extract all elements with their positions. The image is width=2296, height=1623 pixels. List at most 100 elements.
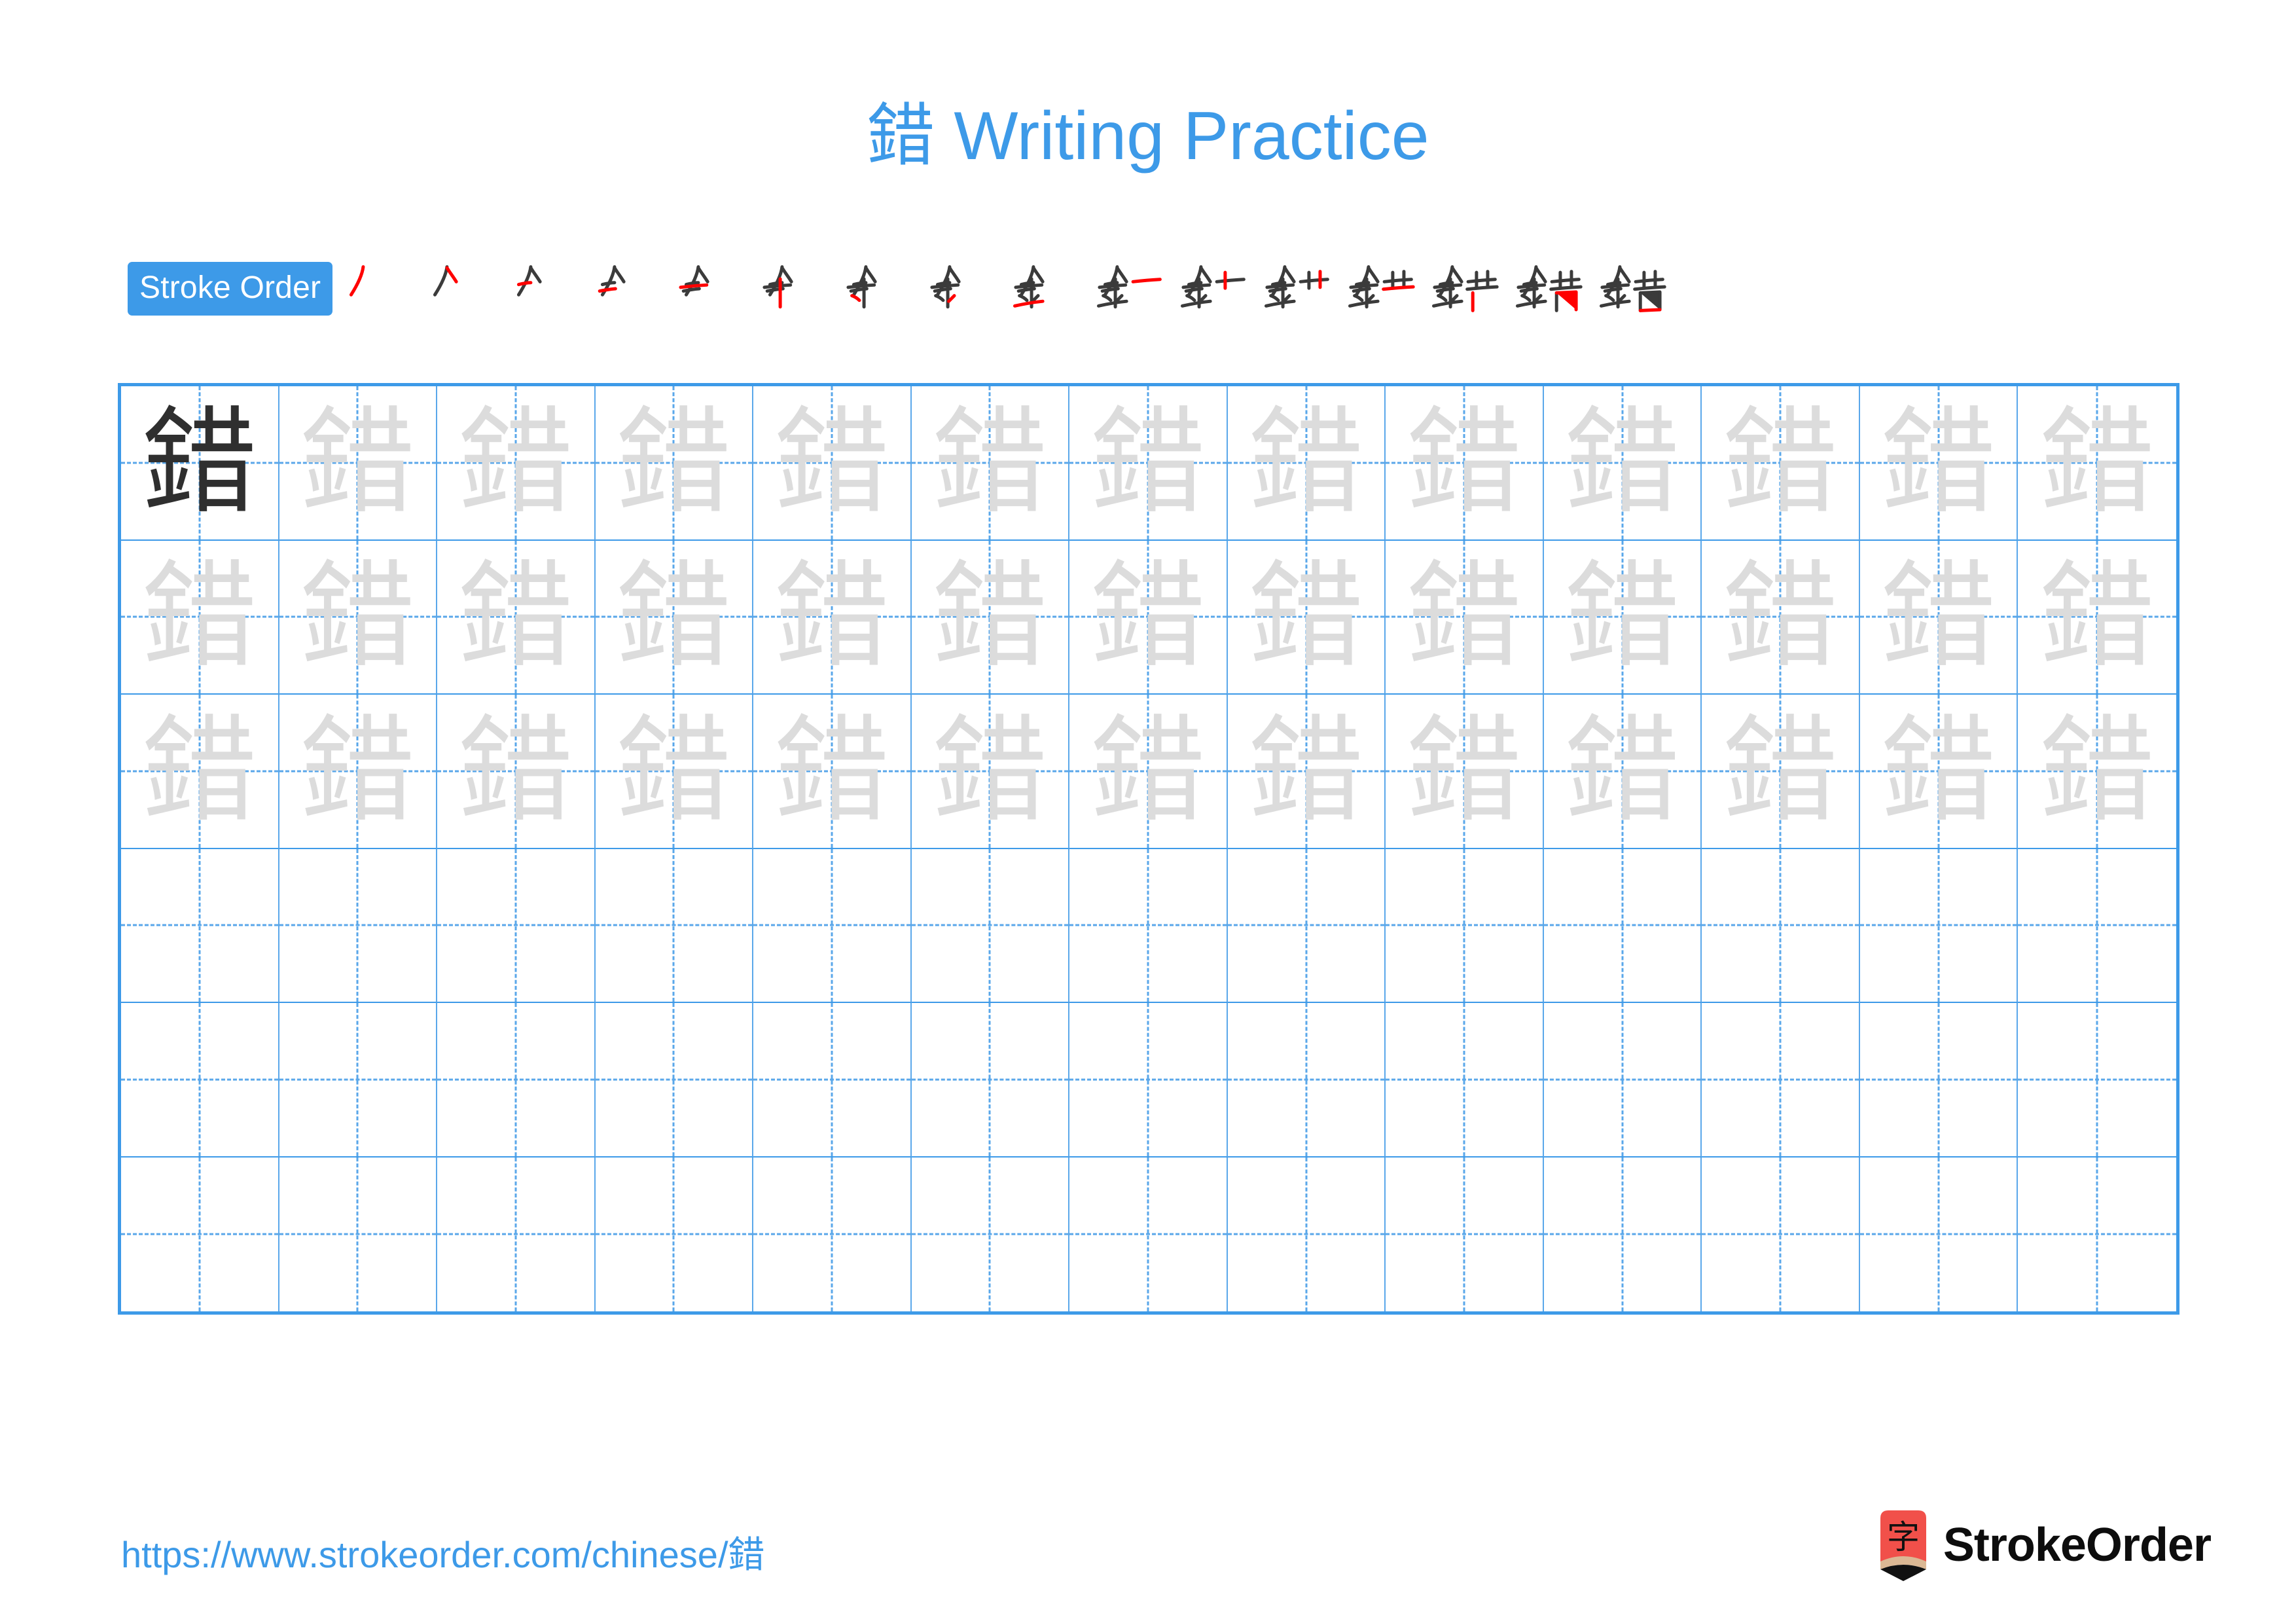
- stroke-step-13: [1338, 247, 1422, 330]
- practice-cell-r3-c5[interactable]: 錯: [753, 695, 912, 849]
- practice-cell-r1-c13[interactable]: 錯: [2018, 386, 2176, 541]
- practice-cell-r4-c11[interactable]: [1702, 848, 1860, 1003]
- practice-cell-r6-c5[interactable]: [753, 1157, 912, 1312]
- footer-logo[interactable]: 字 StrokeOrder: [1878, 1506, 2212, 1584]
- practice-cell-r1-c11[interactable]: 錯: [1702, 386, 1860, 541]
- empty-cell: [121, 1003, 278, 1156]
- practice-cell-r6-c7[interactable]: [1069, 1157, 1228, 1311]
- practice-cell-r6-c3[interactable]: [437, 1157, 596, 1311]
- practice-cell-r1-c6[interactable]: 錯: [911, 386, 1070, 541]
- practice-cell-r6-c10[interactable]: [1544, 1157, 1702, 1311]
- footer-url-link[interactable]: https://www.strokeorder.com/chinese/錯: [121, 1525, 765, 1578]
- stroke-step-6: [751, 247, 835, 330]
- practice-cell-r1-c7[interactable]: 錯: [1069, 386, 1228, 541]
- practice-cell-r1-c8[interactable]: 錯: [1227, 386, 1386, 541]
- practice-cell-r3-c11[interactable]: 錯: [1702, 695, 1860, 849]
- practice-cell-r2-c6[interactable]: 錯: [911, 540, 1070, 695]
- practice-cell-r2-c2[interactable]: 錯: [279, 540, 438, 695]
- stroke-step-diagram: [433, 265, 458, 297]
- practice-cell-r4-c3[interactable]: [437, 848, 596, 1003]
- practice-cell-r1-c2[interactable]: 錯: [279, 386, 438, 541]
- practice-cell-r1-c1[interactable]: 錯: [121, 386, 279, 541]
- practice-cell-r2-c7[interactable]: 錯: [1069, 540, 1228, 695]
- trace-character: 錯: [1880, 549, 1996, 684]
- practice-cell-r2-c11[interactable]: 錯: [1702, 540, 1860, 695]
- practice-cell-r5-c8[interactable]: [1227, 1003, 1386, 1158]
- practice-cell-r4-c6[interactable]: [911, 848, 1070, 1003]
- empty-cell: [596, 1003, 753, 1156]
- practice-cell-r4-c10[interactable]: [1543, 848, 1702, 1003]
- practice-cell-r2-c3[interactable]: 錯: [437, 540, 596, 695]
- practice-cell-r5-c13[interactable]: [2018, 1003, 2176, 1158]
- practice-cell-r4-c8[interactable]: [1227, 848, 1386, 1003]
- practice-cell-r3-c10[interactable]: 錯: [1543, 695, 1702, 849]
- practice-cell-r1-c4[interactable]: 錯: [595, 386, 754, 541]
- practice-cell-r5-c3[interactable]: [437, 1003, 596, 1158]
- practice-cell-r3-c8[interactable]: 錯: [1227, 695, 1386, 849]
- practice-cell-r6-c9[interactable]: [1386, 1157, 1544, 1311]
- stroke-step-diagram: [1097, 265, 1162, 309]
- practice-cell-r4-c13[interactable]: [2018, 849, 2176, 1003]
- practice-cell-r5-c11[interactable]: [1702, 1003, 1860, 1158]
- trace-character: 錯: [300, 703, 416, 838]
- practice-cell-r1-c12[interactable]: 錯: [1859, 386, 2018, 541]
- stroke-step-diagram: [517, 265, 542, 297]
- practice-cell-r3-c2[interactable]: 錯: [279, 695, 438, 849]
- page-title-text: Writing Practice: [935, 98, 1429, 174]
- practice-cell-r5-c10[interactable]: [1543, 1003, 1702, 1158]
- empty-cell: [1860, 849, 2017, 1002]
- practice-cell-r4-c5[interactable]: [753, 848, 912, 1003]
- practice-cell-r6-c6[interactable]: [912, 1157, 1070, 1311]
- practice-cell-r1-c3[interactable]: 錯: [437, 386, 596, 541]
- practice-cell-r3-c1[interactable]: 錯: [121, 695, 279, 849]
- practice-cell-r6-c1[interactable]: [121, 1157, 279, 1311]
- practice-cell-r6-c13[interactable]: [2018, 1158, 2176, 1312]
- practice-cell-r5-c1[interactable]: [121, 1003, 279, 1158]
- practice-cell-r6-c4[interactable]: [596, 1157, 754, 1311]
- practice-cell-r1-c5[interactable]: 錯: [753, 386, 912, 541]
- practice-cell-r5-c2[interactable]: [279, 1003, 438, 1158]
- practice-cell-r5-c5[interactable]: [753, 1003, 912, 1158]
- practice-cell-r3-c6[interactable]: 錯: [911, 695, 1070, 849]
- practice-cell-r6-c11[interactable]: [1702, 1157, 1860, 1311]
- practice-cell-r2-c8[interactable]: 錯: [1227, 540, 1386, 695]
- practice-cell-r2-c1[interactable]: 錯: [121, 540, 279, 695]
- practice-cell-r5-c12[interactable]: [1859, 1003, 2018, 1158]
- practice-cell-r3-c13[interactable]: 錯: [2018, 695, 2176, 849]
- practice-cell-r3-c4[interactable]: 錯: [595, 695, 754, 849]
- practice-cell-r4-c7[interactable]: [1069, 848, 1228, 1003]
- practice-cell-r2-c4[interactable]: 錯: [595, 540, 754, 695]
- practice-cell-r1-c10[interactable]: 錯: [1543, 386, 1702, 541]
- practice-cell-r4-c1[interactable]: [121, 848, 279, 1003]
- practice-cell-r2-c10[interactable]: 錯: [1543, 540, 1702, 695]
- empty-cell: [753, 1158, 910, 1312]
- practice-cell-r4-c12[interactable]: [1859, 848, 2018, 1003]
- practice-cell-r2-c9[interactable]: 錯: [1386, 540, 1544, 695]
- practice-cell-r3-c9[interactable]: 錯: [1386, 695, 1544, 849]
- practice-cell-r4-c2[interactable]: [279, 848, 438, 1003]
- stroke-step-3: [500, 247, 584, 330]
- trace-character: 錯: [1407, 549, 1522, 684]
- practice-cell-r4-c4[interactable]: [595, 848, 754, 1003]
- practice-cell-r5-c9[interactable]: [1386, 1003, 1544, 1158]
- practice-cell-r5-c4[interactable]: [595, 1003, 754, 1158]
- practice-cell-r3-c7[interactable]: 錯: [1069, 695, 1228, 849]
- practice-cell-r6-c2[interactable]: [279, 1157, 438, 1311]
- practice-cell-r6-c8[interactable]: [1228, 1157, 1386, 1311]
- practice-cell-r2-c5[interactable]: 錯: [753, 540, 912, 695]
- empty-cell: [2018, 1158, 2176, 1312]
- practice-cell-r5-c6[interactable]: [911, 1003, 1070, 1158]
- practice-cell-r3-c12[interactable]: 錯: [1859, 695, 2018, 849]
- empty-cell: [279, 1003, 437, 1156]
- practice-cell-r6-c12[interactable]: [1860, 1157, 2018, 1311]
- empty-cell: [437, 849, 594, 1002]
- trace-character: 錯: [457, 395, 573, 530]
- practice-cell-r5-c7[interactable]: [1069, 1003, 1228, 1158]
- practice-cell-r2-c12[interactable]: 錯: [1859, 540, 2018, 695]
- practice-cell-r3-c3[interactable]: 錯: [437, 695, 596, 849]
- practice-cell-r1-c9[interactable]: 錯: [1386, 386, 1544, 541]
- stroke-step-1: [332, 247, 416, 330]
- practice-cell-r4-c9[interactable]: [1386, 848, 1544, 1003]
- practice-cell-r2-c13[interactable]: 錯: [2018, 541, 2176, 695]
- empty-cell: [753, 1003, 910, 1156]
